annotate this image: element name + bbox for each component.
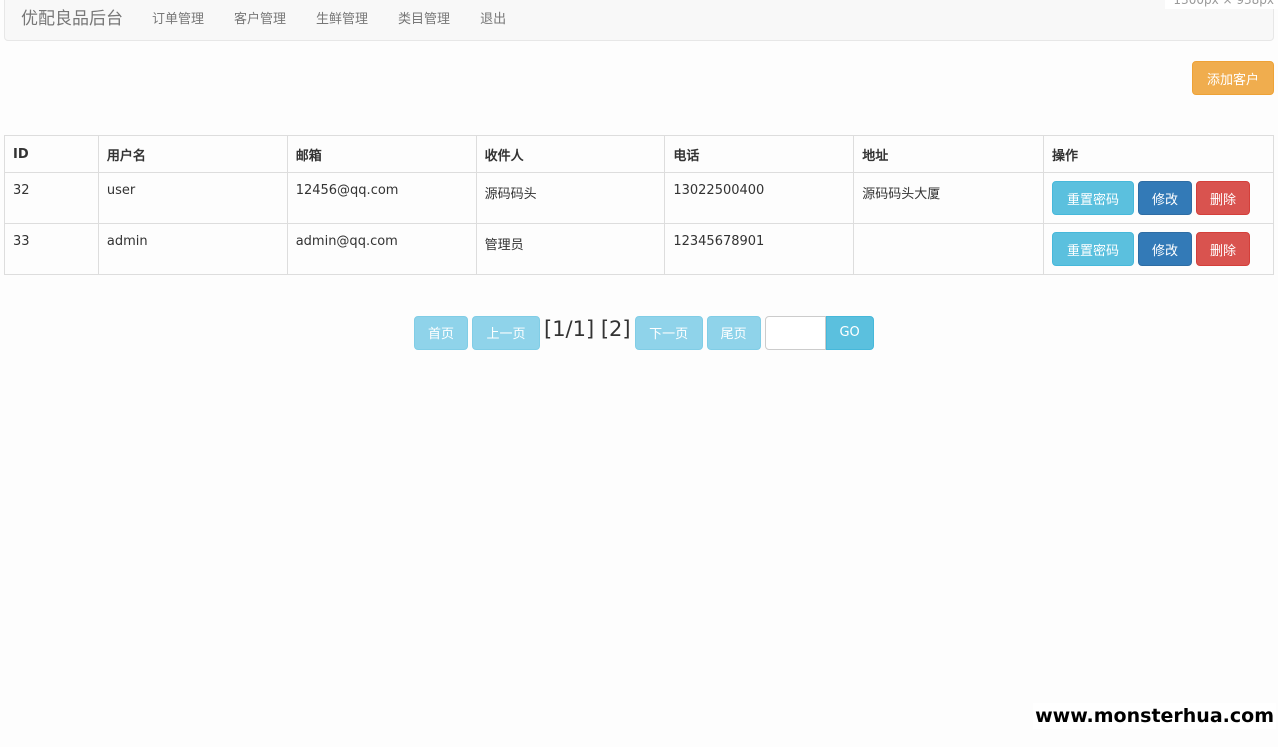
nav-item-categories[interactable]: 类目管理 <box>383 13 465 26</box>
cell-actions: 重置密码 修改 删除 <box>1042 223 1275 275</box>
cell-recipient: 管理员 <box>475 223 666 275</box>
cell-actions: 重置密码 修改 删除 <box>1042 172 1275 224</box>
pagination: 首页 上一页 [1/1] [2] 下一页 尾页 GO <box>414 315 874 350</box>
last-page-button[interactable]: 尾页 <box>706 315 761 350</box>
prev-page-button[interactable]: 上一页 <box>472 315 540 350</box>
nav-item-customers[interactable]: 客户管理 <box>219 13 301 26</box>
go-button[interactable]: GO <box>825 315 874 350</box>
header-email: 邮箱 <box>286 135 477 173</box>
page-info: [1/1] [2] <box>544 317 631 341</box>
cell-address: 源码码头大厦 <box>853 172 1044 224</box>
page-number-input[interactable] <box>764 315 826 350</box>
cell-phone: 12345678901 <box>664 223 855 275</box>
customer-table: ID 用户名 邮箱 收件人 电话 地址 操作 32 user 12456@qq.… <box>4 135 1275 275</box>
cell-phone: 13022500400 <box>664 172 855 224</box>
header-actions: 操作 <box>1042 135 1275 173</box>
cell-id: 32 <box>4 172 99 224</box>
viewport-size-label: 1300px × 938px <box>1165 0 1278 9</box>
top-navbar: 优配良品后台 订单管理 客户管理 生鲜管理 类目管理 退出 <box>4 0 1274 41</box>
brand-title[interactable]: 优配良品后台 <box>5 11 137 28</box>
nav-item-orders[interactable]: 订单管理 <box>137 13 219 26</box>
cell-email: 12456@qq.com <box>286 172 477 224</box>
cell-address <box>853 223 1044 275</box>
header-id: ID <box>4 135 99 173</box>
reset-password-button[interactable]: 重置密码 <box>1051 232 1134 266</box>
nav-item-logout[interactable]: 退出 <box>465 13 521 26</box>
cell-username: user <box>97 172 288 224</box>
header-recipient: 收件人 <box>475 135 666 173</box>
cell-username: admin <box>97 223 288 275</box>
table-row: 33 admin admin@qq.com 管理员 12345678901 重置… <box>4 223 1275 275</box>
header-username: 用户名 <box>97 135 288 173</box>
first-page-button[interactable]: 首页 <box>414 315 468 350</box>
edit-button[interactable]: 修改 <box>1137 232 1192 266</box>
table-header-row: ID 用户名 邮箱 收件人 电话 地址 操作 <box>4 135 1275 173</box>
reset-password-button[interactable]: 重置密码 <box>1051 181 1134 215</box>
table-row: 32 user 12456@qq.com 源码码头 13022500400 源码… <box>4 172 1275 224</box>
next-page-button[interactable]: 下一页 <box>634 315 703 350</box>
nav-item-fresh[interactable]: 生鲜管理 <box>301 13 383 26</box>
header-address: 地址 <box>853 135 1044 173</box>
add-customer-button[interactable]: 添加客户 <box>1192 61 1274 95</box>
watermark-text: www.monsterhua.com <box>1033 703 1276 729</box>
delete-button[interactable]: 删除 <box>1195 181 1250 215</box>
edit-button[interactable]: 修改 <box>1137 181 1192 215</box>
cell-id: 33 <box>4 223 99 275</box>
cell-recipient: 源码码头 <box>475 172 666 224</box>
cell-email: admin@qq.com <box>286 223 477 275</box>
delete-button[interactable]: 删除 <box>1195 232 1250 266</box>
header-phone: 电话 <box>664 135 855 173</box>
